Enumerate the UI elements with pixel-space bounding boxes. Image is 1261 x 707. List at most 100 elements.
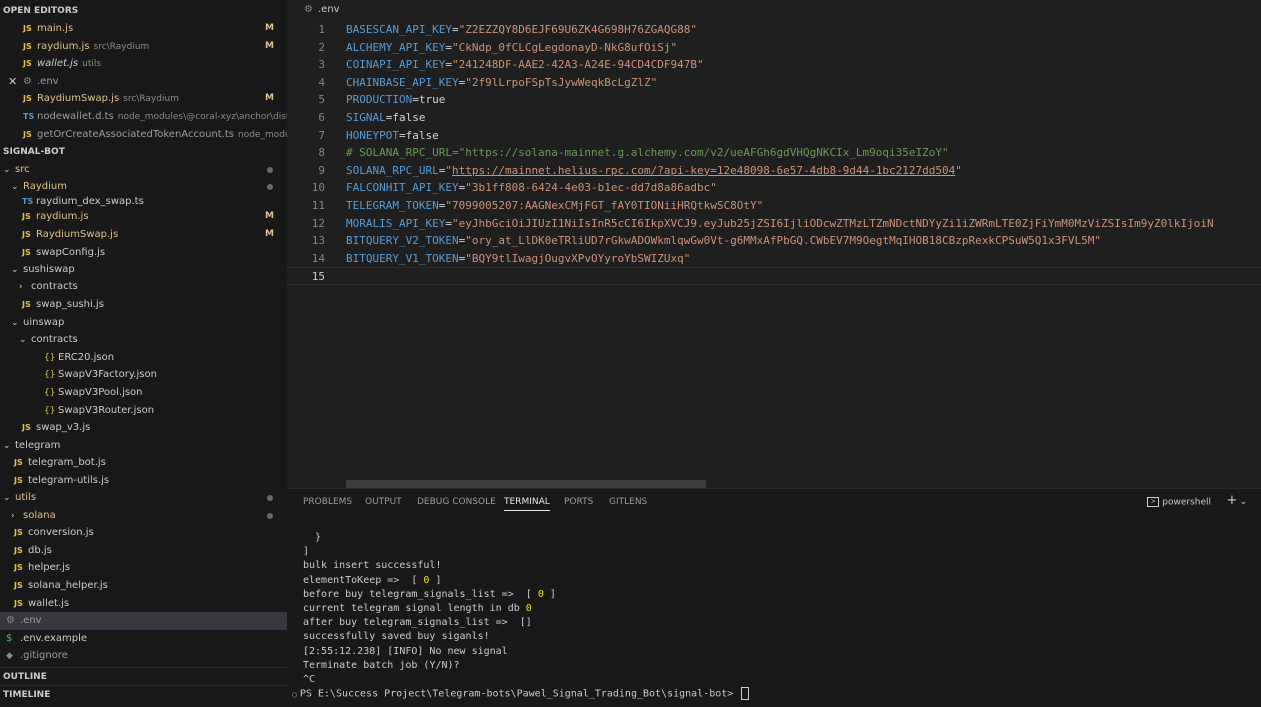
tree-folder[interactable]: › solana bbox=[0, 507, 287, 525]
line-number: 6 bbox=[318, 111, 325, 124]
tree-item-label: SwapV3Router.json bbox=[58, 405, 155, 416]
tree-item-label: db.js bbox=[28, 545, 52, 556]
code-content[interactable]: HONEYPOT=false bbox=[346, 127, 439, 145]
tree-file[interactable]: JS swap_sushi.js bbox=[0, 296, 287, 314]
tree-file[interactable]: JS raydium.js M bbox=[0, 208, 287, 226]
tree-folder[interactable]: ⌄ utils bbox=[0, 489, 287, 507]
modified-badge: M bbox=[265, 23, 274, 33]
tree-folder[interactable]: ⌄ contracts bbox=[0, 331, 287, 349]
open-editor-item[interactable]: JS getOrCreateAssociatedTokenAccount.ts no… bbox=[0, 126, 287, 144]
terminal-icon: > bbox=[1147, 497, 1160, 507]
tree-folder[interactable]: ⌄ uinswap bbox=[0, 314, 287, 332]
tree-folder[interactable]: ⌄ sushiswap bbox=[0, 261, 287, 279]
line-number: 2 bbox=[318, 40, 325, 54]
open-editor-item[interactable]: JS main.js M bbox=[0, 20, 287, 38]
code-editor[interactable]: 1 BASESCAN_API_KEY="Z2EZZQY8D6EJF69U6ZK4G… bbox=[287, 20, 1261, 488]
project-header[interactable]: SIGNAL-BOT bbox=[0, 143, 287, 161]
panel-tab-output[interactable]: OUTPUT bbox=[365, 497, 402, 507]
tree-file[interactable]: JS helper.js bbox=[0, 559, 287, 577]
open-editors-header[interactable]: OPEN EDITORS bbox=[0, 2, 287, 20]
outline-header[interactable]: OUTLINE bbox=[0, 667, 287, 685]
chevron-down-icon: ⌄ bbox=[11, 318, 19, 328]
tree-file[interactable]: JS wallet.js bbox=[0, 595, 287, 613]
code-content[interactable]: PRODUCTION=true bbox=[346, 91, 445, 109]
code-content[interactable]: TELEGRAM_TOKEN="7099005207:AAGNexCMjFGT_… bbox=[346, 197, 763, 215]
panel-tab-ports[interactable]: PORTS bbox=[564, 497, 593, 507]
code-content[interactable]: BITQUERY_V2_TOKEN="ory_at_LlDK0eTRliUD7r… bbox=[346, 232, 1101, 250]
tree-file[interactable]: {} SwapV3Pool.json bbox=[0, 384, 287, 402]
tree-folder[interactable]: ⌄ telegram bbox=[0, 437, 287, 455]
tree-file[interactable]: JS db.js bbox=[0, 542, 287, 560]
chevron-down-icon: ⌄ bbox=[19, 335, 27, 345]
env-key: SIGNAL bbox=[346, 111, 386, 124]
open-editor-item[interactable]: JS raydium.js src\Raydium M bbox=[0, 38, 287, 56]
terminal-line: before buy telegram_signals_list => [ 0 … bbox=[303, 588, 556, 600]
tree-file[interactable]: {} SwapV3Router.json bbox=[0, 402, 287, 420]
tree-file[interactable]: JS swapConfig.js bbox=[0, 244, 287, 262]
modified-dot-icon bbox=[267, 167, 273, 173]
tab-label: .env bbox=[318, 4, 340, 15]
modified-badge: M bbox=[265, 211, 274, 221]
code-content[interactable]: SIGNAL=false bbox=[346, 109, 426, 127]
tree-folder[interactable]: › contracts bbox=[0, 278, 287, 296]
horizontal-scrollbar[interactable] bbox=[346, 480, 706, 488]
code-content[interactable]: BASESCAN_API_KEY="Z2EZZQY8D6EJF69U6ZK4G6… bbox=[346, 21, 697, 39]
open-editor-item[interactable]: ✕ ⚙ .env bbox=[0, 73, 287, 91]
js-file-icon: JS bbox=[22, 248, 31, 257]
panel-tab-debug-console[interactable]: DEBUG CONSOLE bbox=[417, 497, 496, 507]
panel-tab-problems[interactable]: PROBLEMS bbox=[303, 497, 352, 507]
code-line: 9 SOLANA_RPC_URL="https://mainnet.helius-… bbox=[287, 162, 1261, 180]
js-file-icon: JS bbox=[23, 94, 32, 104]
panel-tab-terminal[interactable]: TERMINAL bbox=[504, 497, 550, 511]
env-value: "CkNdp_0fCLCgLegdonayD-NkG8ufOiSj" bbox=[451, 40, 678, 54]
timeline-header[interactable]: TIMELINE bbox=[0, 685, 287, 703]
tree-item-label: telegram bbox=[15, 440, 61, 451]
env-url-link[interactable]: https://mainnet.helius-rpc.com/?api-key=… bbox=[452, 164, 955, 177]
json-file-icon: {} bbox=[44, 370, 56, 380]
tree-item-label: helper.js bbox=[28, 562, 71, 573]
line-number: 15 bbox=[311, 270, 325, 284]
chevron-down-icon: ⌄ bbox=[3, 493, 11, 503]
code-content[interactable]: FALCONHIT_API_KEY="3b1ff808-6424-4e03-b1… bbox=[346, 179, 717, 197]
tree-file[interactable]: JS solana_helper.js bbox=[0, 577, 287, 595]
env-key: HONEYPOT bbox=[346, 128, 399, 142]
tree-file[interactable]: JS conversion.js bbox=[0, 524, 287, 542]
tree-file[interactable]: {} ERC20.json bbox=[0, 349, 287, 367]
env-value: "3b1ff808-6424-4e03-b1ec-dd7d8a86adbc" bbox=[465, 181, 717, 195]
tree-folder[interactable]: ⌄ src bbox=[0, 161, 287, 179]
tree-file[interactable]: ⚙ .env bbox=[0, 612, 287, 630]
line-number: 4 bbox=[318, 75, 325, 89]
open-editor-item[interactable]: TS nodewallet.d.ts node_modules\@coral-xyz… bbox=[0, 108, 287, 126]
tree-file[interactable]: {} SwapV3Factory.json bbox=[0, 366, 287, 384]
code-content[interactable]: # SOLANA_RPC_URL="https://solana-mainnet… bbox=[346, 144, 949, 162]
code-content[interactable]: MORALIS_API_KEY="eyJhbGciOiJIUzI1NiIsInR… bbox=[346, 215, 1214, 233]
tree-file[interactable]: $ .env.example bbox=[0, 630, 287, 648]
tree-file[interactable]: JS telegram-utils.js bbox=[0, 472, 287, 490]
env-key: PRODUCTION bbox=[346, 93, 413, 107]
open-editor-item[interactable]: JS RaydiumSwap.js src\Raydium M bbox=[0, 90, 287, 108]
tree-file[interactable]: JS swap_v3.js bbox=[0, 419, 287, 437]
tree-file[interactable]: JS telegram_bot.js bbox=[0, 454, 287, 472]
code-content[interactable]: BITQUERY_V1_TOKEN="BQY9tlIwagjOugvXPvOYy… bbox=[346, 250, 690, 268]
terminal-line: } bbox=[303, 532, 322, 543]
panel-tab-gitlens[interactable]: GITLENS bbox=[609, 497, 647, 507]
terminal-prompt[interactable]: ○ PS E:\Success Project\Telegram-bots\Paw… bbox=[292, 687, 750, 701]
tab-env[interactable]: ⚙ .env bbox=[304, 4, 340, 15]
shell-label: powershell bbox=[1162, 497, 1211, 508]
close-icon[interactable]: ✕ bbox=[8, 73, 17, 91]
code-content[interactable]: COINAPI_API_KEY="241248DF-AAE2-42A3-A24E… bbox=[346, 56, 704, 74]
new-terminal-button[interactable]: + ⌄ bbox=[1227, 493, 1247, 508]
code-line: 7 HONEYPOT=false bbox=[287, 127, 1261, 145]
open-editor-item[interactable]: JS wallet.js utils bbox=[0, 55, 287, 73]
tree-file[interactable]: JS RaydiumSwap.js M bbox=[0, 226, 287, 244]
terminal-shell-selector[interactable]: > powershell bbox=[1147, 497, 1211, 508]
code-content[interactable]: ALCHEMY_API_KEY="CkNdp_0fCLCgLegdonayD-N… bbox=[346, 39, 677, 57]
modified-dot-icon bbox=[267, 495, 273, 501]
number-value: 0 bbox=[537, 588, 544, 600]
line-number: 8 bbox=[318, 146, 325, 160]
open-editor-path: utils bbox=[82, 59, 102, 70]
tree-file[interactable]: ◆ .gitignore bbox=[0, 647, 287, 665]
code-content[interactable]: SOLANA_RPC_URL="https://mainnet.helius-r… bbox=[346, 162, 962, 180]
tree-item-label: telegram_bot.js bbox=[28, 457, 106, 468]
code-content[interactable]: CHAINBASE_API_KEY="2f9lLrpoFSpTsJywWeqkB… bbox=[346, 74, 657, 92]
